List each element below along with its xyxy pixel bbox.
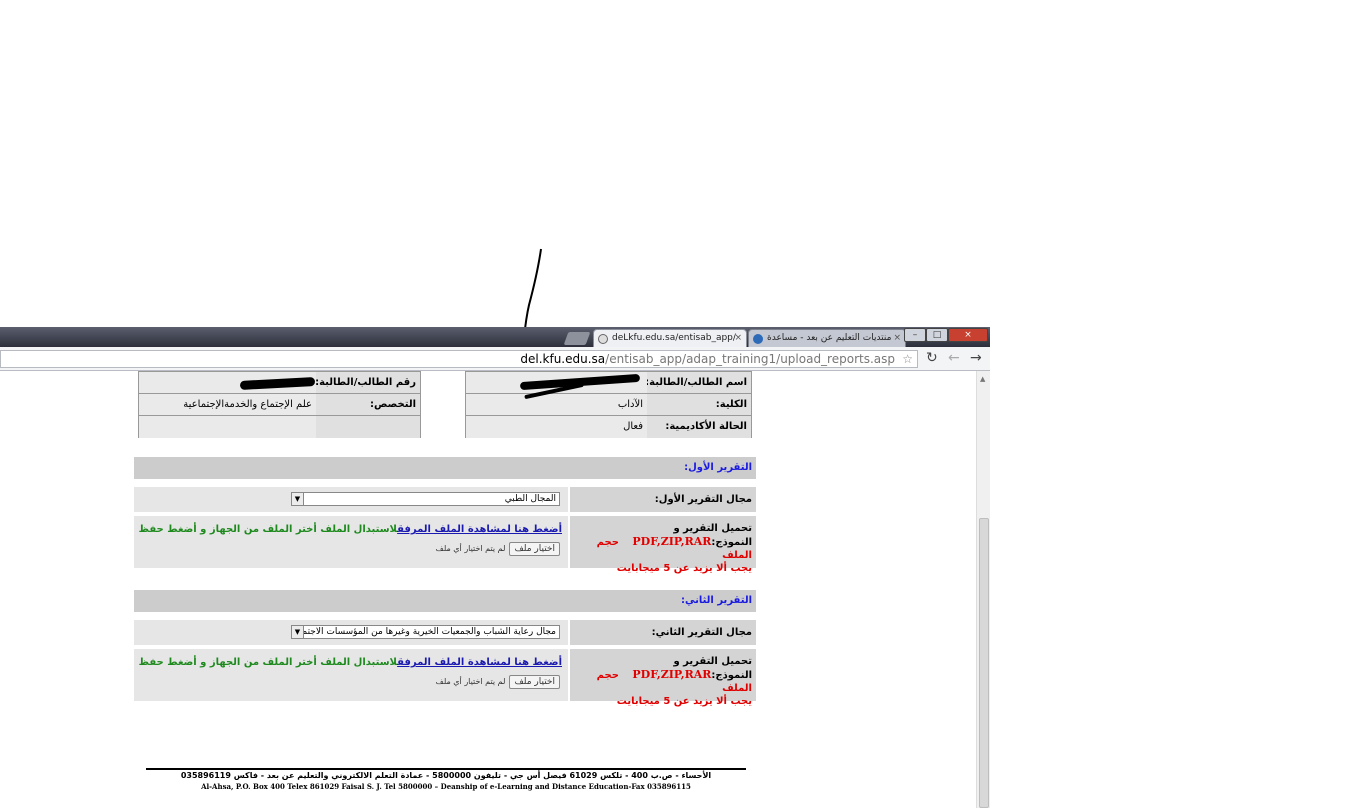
new-tab-button[interactable] (563, 332, 591, 345)
window-close-button[interactable]: × (948, 328, 988, 342)
view-file-link[interactable]: أضغط هنا لمشاهدة الملف المرفق (397, 524, 562, 535)
reload-icon[interactable]: ↻ (926, 350, 938, 366)
upload-label-line1: تحميل التقرير و (673, 523, 752, 534)
report2-field-cell: مجال رعاية الشباب والجمعيات الخيرية وغير… (134, 620, 568, 645)
report2-header: التقرير الثاني: (134, 590, 756, 612)
empty-label (316, 416, 420, 438)
scroll-up-icon[interactable]: ▲ (980, 375, 985, 383)
size-limit: يجب ألا يزيد عن 5 ميجابايت (616, 696, 752, 707)
view-file-link[interactable]: أضغط هنا لمشاهدة الملف المرفق (397, 657, 562, 668)
formats: PDF,ZIP,RAR (632, 668, 712, 681)
major-value: علم الإجتماع والخدمةالإجتماعية (139, 394, 316, 416)
report1-upload-label: تحميل التقرير و النموذج:PDF,ZIP,RAR حجم … (570, 516, 756, 574)
file-input[interactable]: اختيار ملفلم يتم اختيار أي ملف (436, 675, 560, 689)
report1-field-cell: المجال الطبي ▼ (134, 487, 568, 512)
address-bar[interactable]: del.kfu.edu.sa/entisab_app/adap_training… (0, 350, 918, 368)
upload-line: أضغط هنا لمشاهدة الملف المرفقلاستبدال ال… (139, 524, 562, 535)
college-value: الآداب (466, 394, 647, 416)
college-label: الكلية: (647, 394, 751, 416)
formats: PDF,ZIP,RAR (632, 535, 712, 548)
upload-instruction: لاستبدال الملف أختر الملف من الجهاز و أض… (138, 524, 398, 535)
tab-close-icon[interactable]: × (734, 333, 742, 343)
forum-favicon-icon (753, 334, 763, 344)
select-value: المجال الطبي (504, 494, 556, 504)
url-path: /entisab_app/adap_training1/upload_repor… (605, 352, 895, 366)
tab-active[interactable]: deLkfu.edu.sa/entisab_app/ × (593, 329, 747, 347)
upload-instruction: لاستبدال الملف أختر الملف من الجهاز و أض… (138, 657, 398, 668)
url-host: del.kfu.edu.sa (520, 352, 606, 366)
footer-divider (146, 768, 746, 770)
scrollbar-thumb[interactable] (979, 518, 989, 808)
forward-icon[interactable]: → (970, 350, 982, 366)
browser-titlebar: deLkfu.edu.sa/entisab_app/ × منتديات الت… (0, 327, 990, 347)
footer-arabic: الأحساء - ص.ب 400 - تلكس 61029 فيصل أس ج… (180, 771, 712, 780)
tab-close-icon[interactable]: × (893, 333, 901, 343)
size-limit: يجب ألا يزيد عن 5 ميجابايت (616, 563, 752, 574)
report1-upload-cell: أضغط هنا لمشاهدة الملف المرفقلاستبدال ال… (134, 516, 568, 568)
status-value: فعال (466, 416, 647, 438)
maximize-button[interactable]: □ (926, 328, 948, 342)
report2-field-label: مجال التقرير الثاني: (570, 620, 756, 645)
empty-value (139, 416, 316, 438)
tab-title: deLkfu.edu.sa/entisab_app/ (612, 333, 736, 343)
tab-inactive[interactable]: منتديات التعليم عن بعد - مساعدة × (748, 329, 906, 347)
report2-upload-label: تحميل التقرير و النموذج:PDF,ZIP,RAR حجم … (570, 649, 756, 707)
upload-label-line2: النموذج:PDF,ZIP,RAR حجم الملف (596, 535, 752, 561)
browser-toolbar: del.kfu.edu.sa/entisab_app/adap_training… (0, 347, 990, 371)
upload-line: أضغط هنا لمشاهدة الملف المرفقلاستبدال ال… (139, 657, 562, 668)
page-viewport: اسم الطالب/الطالبة: الكلية: الآداب الحال… (0, 371, 976, 808)
upload-label-line1: تحميل التقرير و (673, 656, 752, 667)
major-label: التخصص: (316, 394, 420, 416)
status-label: الحالة الأكاديمية: (647, 416, 751, 438)
no-file-text: لم يتم اختيار أي ملف (435, 544, 506, 553)
name-label: اسم الطالب/الطالبة: (647, 372, 751, 394)
report2-upload-cell: أضغط هنا لمشاهدة الملف المرفقلاستبدال ال… (134, 649, 568, 701)
select-value: مجال رعاية الشباب والجمعيات الخيرية وغير… (291, 627, 556, 637)
student-id-label: رقم الطالب/الطالبة: (316, 372, 420, 394)
choose-file-button[interactable]: اختيار ملف (509, 542, 560, 556)
back-icon[interactable]: ← (948, 350, 960, 366)
report2-field-select[interactable]: مجال رعاية الشباب والجمعيات الخيرية وغير… (291, 625, 560, 639)
page-scrollbar[interactable]: ▲ (976, 371, 990, 808)
chevron-down-icon: ▼ (292, 493, 304, 505)
report1-header: التقرير الأول: (134, 457, 756, 479)
upload-label-line2: النموذج:PDF,ZIP,RAR حجم الملف (596, 668, 752, 694)
choose-file-button[interactable]: اختيار ملف (509, 675, 560, 689)
globe-icon (598, 334, 608, 344)
report1-field-label: مجال التقرير الأول: (570, 487, 756, 512)
bookmark-star-icon[interactable]: ☆ (902, 351, 913, 367)
footer-english: Al-Ahsa, P.O. Box 400 Telex 861029 Faisa… (201, 782, 691, 791)
tab-title: منتديات التعليم عن بعد - مساعدة (767, 333, 892, 343)
no-file-text: لم يتم اختيار أي ملف (435, 677, 506, 686)
report1-field-select[interactable]: المجال الطبي ▼ (291, 492, 560, 506)
file-input[interactable]: اختيار ملفلم يتم اختيار أي ملف (436, 542, 560, 556)
chevron-down-icon: ▼ (292, 626, 304, 638)
minimize-button[interactable]: – (904, 328, 926, 342)
